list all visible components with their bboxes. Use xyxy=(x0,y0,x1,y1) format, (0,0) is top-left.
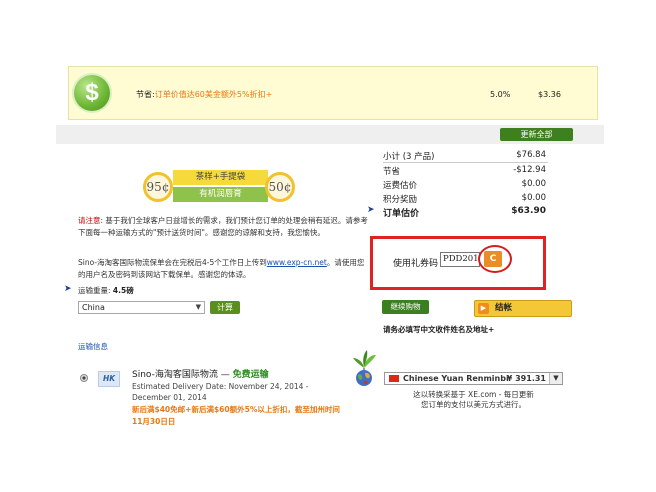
savings-amount: $3.36 xyxy=(538,90,561,99)
savings-percent: 5.0% xyxy=(490,90,511,99)
carrier-name-text: Sino-海淘客国际物流 — xyxy=(132,370,233,380)
summary-subtotal-label: 小计 (3 产品) xyxy=(383,152,435,162)
total-arrow-icon: ➤ xyxy=(367,205,375,215)
shipping-info-link[interactable]: 运输信息 xyxy=(78,341,108,352)
currency-amount: ¥ 391.31 xyxy=(506,374,546,383)
carrier-logo: HK xyxy=(98,371,120,387)
carrier-name: Sino-海淘客国际物流 — 免费运输 xyxy=(132,367,269,380)
notice-prefix: 请注意 xyxy=(78,216,101,225)
promo-top-label: 茶样+手提袋 xyxy=(173,170,268,185)
summary-shipping-label: 运费估价 xyxy=(383,181,418,191)
carrier-promo-text: 新后满$40免邮+新后满$60额外5%以上折扣，截至加州时间11月30日日 xyxy=(132,405,340,426)
country-select[interactable]: China ▼ xyxy=(78,301,205,314)
gift-promo-banner[interactable]: 茶样+手提袋 有机润唇膏 95¢ 50¢ xyxy=(143,168,299,206)
china-flag-icon xyxy=(389,375,399,382)
shipping-weight: 运输重量: 4.5磅 xyxy=(78,285,134,296)
coupon-label: 使用礼券码 xyxy=(393,259,439,269)
continue-shopping-button[interactable]: 继续购物 xyxy=(382,300,429,314)
summary-total-label: 订单估价 xyxy=(383,209,420,219)
coupon-button-highlight xyxy=(478,245,512,273)
calculate-button[interactable]: 计算 xyxy=(210,301,240,314)
promo-left-price: 95¢ xyxy=(143,172,173,202)
delay-notice: 请注意: 基于我们全球客户日益增长的需求，我们预计您订单的处理会稍有延迟。请参考… xyxy=(78,215,368,239)
savings-text: 节省:订单价值达60美金额外5%折扣+ xyxy=(136,89,272,100)
checkout-button[interactable]: ▶ 结帐 xyxy=(474,300,572,317)
estimated-delivery: Estimated Delivery Date: November 24, 20… xyxy=(132,382,309,402)
country-selected: China xyxy=(82,303,105,312)
coupon-code-input[interactable]: PDD201 xyxy=(440,252,480,267)
free-shipping-label: 免费运输 xyxy=(232,370,269,380)
savings-label: 节省: xyxy=(136,90,155,99)
summary-total-value: $63.90 xyxy=(511,206,546,216)
shipping-policy-note: Sino-海淘客国际物流保单会在完税后4-5个工作日上传到www.exp-cn.… xyxy=(78,257,368,281)
dollar-icon: $ xyxy=(74,75,110,111)
chevron-down-icon: ▼ xyxy=(195,303,201,311)
xe-conversion-note: 这以转换采基于 XE.com - 每日更新 您订单的支付以美元方式进行。 xyxy=(413,390,534,409)
update-all-button[interactable]: 更新全部 xyxy=(500,128,573,141)
summary-divider xyxy=(383,162,548,163)
chevron-down-icon: ▼ xyxy=(549,373,562,384)
promo-bottom-label: 有机润唇膏 xyxy=(173,187,268,202)
summary-savings-label: 节省 xyxy=(383,167,401,177)
summary-points-value: $0.00 xyxy=(521,193,546,203)
weight-label: 运输重量: xyxy=(78,286,111,295)
currency-select[interactable]: Chinese Yuan Renminbi ¥ 391.31 ▼ xyxy=(384,372,563,385)
play-icon: ▶ xyxy=(478,303,489,314)
globe-plant-icon xyxy=(353,350,376,386)
summary-points-label: 积分奖励 xyxy=(383,195,418,205)
summary-shipping-value: $0.00 xyxy=(521,179,546,189)
notice-text: : 基于我们全球客户日益增长的需求，我们预计您订单的处理会稍有延迟。请参考下面每… xyxy=(78,216,368,237)
summary-savings-value: -$12.94 xyxy=(513,165,546,175)
exp-cn-link[interactable]: www.exp-cn.net xyxy=(267,258,327,267)
checkout-label: 结帐 xyxy=(495,303,513,313)
savings-promo-text: 订单价值达60美金额外5%折扣+ xyxy=(154,90,273,99)
promo-right-price: 50¢ xyxy=(265,172,295,202)
weight-arrow-icon: ➤ xyxy=(64,284,72,294)
carrier-radio[interactable] xyxy=(80,374,88,382)
currency-name: Chinese Yuan Renminbi xyxy=(403,374,509,383)
summary-subtotal-value: $76.84 xyxy=(516,150,546,160)
shipping-note-text: Sino-海淘客国际物流保单会在完税后4-5个工作日上传到 xyxy=(78,258,267,267)
weight-value: 4.5磅 xyxy=(112,286,134,295)
chinese-name-notice: 请务必填写中文收件姓名及地址+ xyxy=(383,325,495,334)
